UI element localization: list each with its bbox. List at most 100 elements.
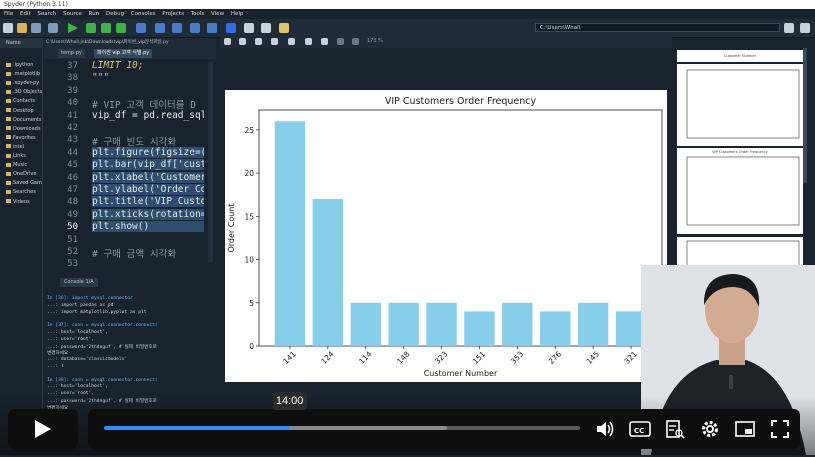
settings-gear-icon[interactable] (700, 419, 720, 439)
zoom-out-icon[interactable] (337, 38, 344, 45)
menu-consoles[interactable]: Consoles (131, 11, 156, 17)
x-tick-label: 141 (281, 349, 298, 366)
line-number: 53 (67, 259, 78, 270)
parent-folder-icon[interactable] (800, 23, 810, 33)
transcript-icon[interactable] (665, 419, 685, 439)
preferences-icon[interactable] (261, 23, 271, 33)
console-line: In [37]: conn = mysql.connector.connect( (47, 323, 158, 329)
code-line[interactable]: plt.figure(figsize=( (92, 146, 204, 158)
remove-all-plots-icon[interactable] (288, 38, 295, 45)
console-line: ...: user='root', (47, 336, 95, 342)
x-tick-label: 124 (319, 349, 336, 366)
play-icon[interactable] (30, 417, 54, 441)
file-item[interactable]: Downloads (6, 126, 40, 132)
console-tab[interactable]: Console 1/A (60, 278, 98, 287)
console-line: ...: password='2thdnguf', # 실제 비밀번호로 (47, 344, 157, 350)
x-axis-label: Customer Number (424, 369, 498, 378)
previous-plot-icon[interactable] (305, 38, 312, 45)
code-line[interactable]: # 구매 금액 시각화 (92, 246, 204, 260)
file-item[interactable]: .spyder-py (6, 80, 39, 86)
menu-projects[interactable]: Projects (162, 11, 184, 17)
save-icon[interactable] (31, 23, 41, 33)
thumbnails-scrollbar[interactable] (803, 48, 807, 183)
menu-debug[interactable]: Debug (106, 11, 124, 17)
menu-view[interactable]: View (211, 11, 224, 17)
code-line[interactable]: plt.bar(vip_df['cust (92, 159, 204, 171)
menu-source[interactable]: Source (63, 11, 82, 17)
file-item[interactable]: .matplotlib (6, 71, 40, 77)
new-file-icon[interactable] (3, 23, 13, 33)
captions-icon[interactable]: CC (629, 420, 651, 438)
menu-edit[interactable]: Edit (20, 11, 31, 17)
step-into-icon[interactable] (172, 23, 182, 33)
next-plot-icon[interactable] (321, 38, 328, 45)
code-line[interactable]: vip_df = pd.read_sql (92, 110, 204, 121)
thumbnail-3-axes (686, 156, 800, 226)
thumbnail-2[interactable] (677, 64, 803, 146)
file-item[interactable]: .3D Objects (6, 89, 42, 95)
code-line[interactable]: plt.xlabel('Customer (92, 171, 204, 183)
plots-toolbar: 173 % (220, 37, 672, 48)
code-line[interactable]: plt.xticks(rotation= (92, 208, 204, 220)
menu-tools[interactable]: Tools (191, 11, 205, 17)
browse-folder-icon[interactable] (784, 23, 794, 33)
y-tick-label: 10 (244, 256, 254, 265)
copy-plot-icon[interactable] (255, 38, 262, 45)
file-item[interactable]: Videos (6, 199, 30, 205)
volume-icon[interactable] (595, 419, 615, 439)
thumbnail-3[interactable]: VIP Customers Order Frequency (677, 148, 803, 234)
code-line[interactable]: plt.show() (92, 221, 204, 233)
menu-run[interactable]: Run (89, 11, 100, 17)
file-item[interactable]: Contacts (6, 98, 35, 104)
run-selection-icon[interactable] (116, 23, 126, 33)
file-item[interactable]: Documents (6, 117, 42, 123)
remove-plot-icon[interactable] (271, 38, 278, 45)
files-header[interactable]: Name (0, 38, 42, 48)
code-line[interactable]: """ (92, 72, 204, 83)
file-item[interactable]: Links (6, 153, 26, 159)
console-line: In [36]: import mysql.connector (47, 296, 133, 301)
thumbnail-1[interactable]: Customer Number (677, 50, 803, 62)
open-file-icon[interactable] (17, 23, 27, 33)
save-all-plots-icon[interactable] (239, 38, 246, 45)
python-path-icon[interactable] (279, 23, 289, 33)
fullscreen-icon[interactable] (770, 419, 790, 439)
editor-scrollbar[interactable] (208, 62, 213, 262)
working-directory-input[interactable]: C:\Users\Whal\ (535, 23, 780, 32)
menu-search[interactable]: Search (37, 11, 56, 17)
zoom-in-icon[interactable] (352, 38, 359, 45)
code-line[interactable]: LIMIT 10; (92, 60, 204, 71)
file-item[interactable]: Favorites (6, 135, 36, 141)
x-tick-label: 321 (622, 349, 639, 366)
debug-icon[interactable] (136, 23, 146, 33)
tab-vip-script[interactable]: 파이썬 vip 고객 식별.py (94, 49, 153, 58)
file-item[interactable]: Saved Gam (6, 180, 42, 186)
menu-help[interactable]: Help (231, 11, 244, 17)
continue-icon[interactable] (207, 23, 217, 33)
stop-icon[interactable] (226, 23, 236, 33)
file-item[interactable]: Music (6, 162, 27, 168)
y-tick-label: 0 (249, 342, 254, 351)
save-plot-icon[interactable] (224, 38, 231, 45)
run-cell-icon[interactable] (86, 23, 96, 33)
picture-in-picture-icon[interactable] (735, 420, 757, 438)
file-item[interactable]: OneDrive (6, 171, 37, 177)
file-item[interactable]: intel (6, 144, 24, 150)
step-icon[interactable] (155, 23, 165, 33)
file-item[interactable]: .ipython (6, 62, 33, 68)
progress-track[interactable] (104, 426, 580, 430)
zoom-level[interactable]: 173 % (367, 38, 383, 44)
file-item[interactable]: Searches (6, 189, 36, 195)
line-number: 37 (67, 61, 78, 71)
code-line[interactable]: plt.ylabel('Order Co (92, 184, 204, 195)
tab-temp[interactable]: temp.py (58, 49, 85, 58)
maximize-pane-icon[interactable] (244, 23, 254, 33)
file-item[interactable]: Desktop (6, 108, 34, 114)
editor-tabs: C:\Users\Whal\.jnb\Downloads\vip\파이썬_vip… (44, 38, 216, 59)
step-return-icon[interactable] (190, 23, 200, 33)
menu-file[interactable]: File (4, 11, 13, 17)
code-line[interactable]: plt.title('VIP Custo (92, 196, 204, 208)
save-all-icon[interactable] (48, 23, 58, 33)
run-cell-advance-icon[interactable] (101, 23, 111, 33)
run-icon[interactable] (68, 23, 78, 33)
